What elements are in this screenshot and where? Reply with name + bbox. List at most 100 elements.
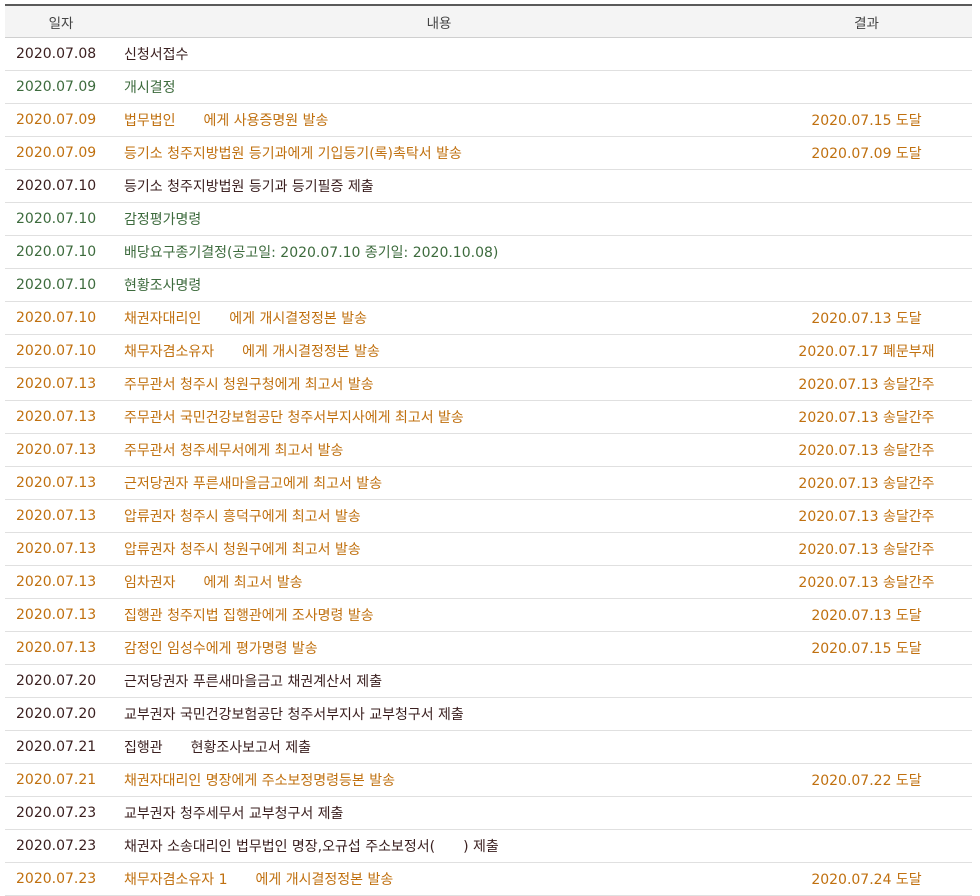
row-content: 채권자대리인 에게 개시결정정본 발송 [117, 301, 761, 335]
row-content: 주무관서 청주시 청원구청에게 최고서 발송 [117, 367, 761, 401]
row-content-text: 감정평가명령 [124, 212, 202, 228]
row-content: 채권자 소송대리인 법무법인 명장,오규섭 주소보정서( ) 제출 [117, 829, 761, 863]
table-row: 2020.07.13 임차권자 에게 최고서 발송 2020.07.13 송달간주 [5, 565, 972, 599]
row-content-text: 배당요구종기결정(공고일: 2020.07.10 종기일: 2020.10.08… [124, 245, 499, 261]
row-date: 2020.07.09 [5, 136, 117, 170]
table-row: 2020.07.09 개시결정 [5, 70, 972, 104]
row-date: 2020.07.23 [5, 862, 117, 896]
row-result: 2020.07.15 도달 [761, 631, 972, 665]
row-result [761, 235, 972, 269]
row-date: 2020.07.13 [5, 433, 117, 467]
row-result [761, 268, 972, 302]
row-date: 2020.07.21 [5, 763, 117, 797]
row-content: 주무관서 청주세무서에게 최고서 발송 [117, 433, 761, 467]
row-content-text: 신청서접수 [124, 47, 189, 63]
table-row: 2020.07.09 법무법인 에게 사용증명원 발송 2020.07.15 도달 [5, 103, 972, 137]
case-progress-table-container: 일자 내용 결과 2020.07.08 신청서접수 2020.07.09 개시결정 20… [5, 4, 972, 896]
row-content-text: 채권자 소송대리인 법무법인 명장,오규섭 주소보정서( [124, 839, 436, 855]
column-header-content: 내용 [117, 5, 761, 38]
row-content-text: 임차권자 [124, 575, 176, 591]
table-row: 2020.07.20 근저당권자 푸른새마을금고 채권계산서 제출 [5, 664, 972, 698]
table-row: 2020.07.10 감정평가명령 [5, 202, 972, 236]
row-content-text: 압류권자 청주시 흥덕구에게 최고서 발송 [124, 509, 361, 525]
row-content: 교부권자 국민건강보험공단 청주서부지사 교부청구서 제출 [117, 697, 761, 731]
row-content-text: 채무자겸소유자 [124, 344, 215, 360]
row-content-text: 개시결정 [124, 80, 176, 96]
row-content-text: 집행관 청주지법 집행관에게 조사명령 발송 [124, 608, 374, 624]
row-result: 2020.07.13 도달 [761, 301, 972, 335]
row-content: 배당요구종기결정(공고일: 2020.07.10 종기일: 2020.10.08… [117, 235, 761, 269]
table-row: 2020.07.13 주무관서 국민건강보험공단 청주서부지사에게 최고서 발송 2… [5, 400, 972, 434]
table-row: 2020.07.20 교부권자 국민건강보험공단 청주서부지사 교부청구서 제출 [5, 697, 972, 731]
row-content-text: 등기소 청주지방법원 등기과에게 기입등기(록)촉탁서 발송 [124, 146, 462, 162]
row-date: 2020.07.13 [5, 598, 117, 632]
table-row: 2020.07.13 감정인 임성수에게 평가명령 발송 2020.07.15 도달 [5, 631, 972, 665]
row-content: 압류권자 청주시 흥덕구에게 최고서 발송 [117, 499, 761, 533]
row-content: 집행관 현황조사보고서 제출 [117, 730, 761, 764]
row-result: 2020.07.13 송달간주 [761, 400, 972, 434]
row-content: 채무자겸소유자 에게 개시결정정본 발송 [117, 334, 761, 368]
row-date: 2020.07.20 [5, 664, 117, 698]
row-content: 등기소 청주지방법원 등기과 등기필증 제출 [117, 169, 761, 203]
table-row: 2020.07.10 배당요구종기결정(공고일: 2020.07.10 종기일: … [5, 235, 972, 269]
case-progress-table: 일자 내용 결과 2020.07.08 신청서접수 2020.07.09 개시결정 20… [5, 4, 972, 896]
row-result: 2020.07.24 도달 [761, 862, 972, 896]
row-content: 주무관서 국민건강보험공단 청주서부지사에게 최고서 발송 [117, 400, 761, 434]
row-date: 2020.07.23 [5, 796, 117, 830]
row-result: 2020.07.09 도달 [761, 136, 972, 170]
row-date: 2020.07.20 [5, 697, 117, 731]
table-row: 2020.07.13 근저당권자 푸른새마을금고에게 최고서 발송 2020.07.… [5, 466, 972, 500]
row-result: 2020.07.13 송달간주 [761, 565, 972, 599]
table-row: 2020.07.13 주무관서 청주세무서에게 최고서 발송 2020.07.13 … [5, 433, 972, 467]
table-row: 2020.07.21 집행관 현황조사보고서 제출 [5, 730, 972, 764]
row-result: 2020.07.13 송달간주 [761, 532, 972, 566]
row-content: 감정평가명령 [117, 202, 761, 236]
row-date: 2020.07.13 [5, 367, 117, 401]
table-header: 일자 내용 결과 [5, 5, 972, 38]
table-row: 2020.07.13 압류권자 청주시 청원구에게 최고서 발송 2020.07.1… [5, 532, 972, 566]
row-content-text: 주무관서 청주시 청원구청에게 최고서 발송 [124, 377, 374, 393]
table-row: 2020.07.23 채권자 소송대리인 법무법인 명장,오규섭 주소보정서( ) … [5, 829, 972, 863]
row-content: 근저당권자 푸른새마을금고 채권계산서 제출 [117, 664, 761, 698]
row-content-text-suffix: 에게 최고서 발송 [203, 575, 303, 591]
table-row: 2020.07.10 등기소 청주지방법원 등기과 등기필증 제출 [5, 169, 972, 203]
row-result: 2020.07.15 도달 [761, 103, 972, 137]
row-date: 2020.07.10 [5, 334, 117, 368]
row-date: 2020.07.10 [5, 202, 117, 236]
table-row: 2020.07.23 교부권자 청주세무서 교부청구서 제출 [5, 796, 972, 830]
table-row: 2020.07.10 현황조사명령 [5, 268, 972, 302]
row-content-text: 교부권자 국민건강보험공단 청주서부지사 교부청구서 제출 [124, 707, 464, 723]
column-header-result: 결과 [761, 5, 972, 38]
row-content: 현황조사명령 [117, 268, 761, 302]
row-content-text-suffix: 에게 개시결정정본 발송 [255, 872, 394, 888]
row-result: 2020.07.17 폐문부재 [761, 334, 972, 368]
row-result [761, 829, 972, 863]
row-content-text-suffix: ) 제출 [463, 839, 499, 855]
row-content-text: 등기소 청주지방법원 등기과 등기필증 제출 [124, 179, 374, 195]
row-result [761, 730, 972, 764]
row-content-text-suffix: 현황조사보고서 제출 [190, 740, 312, 756]
row-content: 채권자대리인 명장에게 주소보정명령등본 발송 [117, 763, 761, 797]
row-date: 2020.07.13 [5, 565, 117, 599]
table-row: 2020.07.23 채무자겸소유자 1 에게 개시결정정본 발송 2020.07.2… [5, 862, 972, 896]
table-row: 2020.07.08 신청서접수 [5, 37, 972, 71]
row-content: 신청서접수 [117, 37, 761, 71]
table-row: 2020.07.09 등기소 청주지방법원 등기과에게 기입등기(록)촉탁서 발송… [5, 136, 972, 170]
row-content: 집행관 청주지법 집행관에게 조사명령 발송 [117, 598, 761, 632]
row-result: 2020.07.22 도달 [761, 763, 972, 797]
row-result [761, 664, 972, 698]
row-content-text-suffix: 에게 사용증명원 발송 [203, 113, 329, 129]
row-result: 2020.07.13 도달 [761, 598, 972, 632]
header-row: 일자 내용 결과 [5, 5, 972, 38]
row-content-text: 법무법인 [124, 113, 176, 129]
row-content-text: 채권자대리인 [124, 311, 202, 327]
table-row: 2020.07.21 채권자대리인 명장에게 주소보정명령등본 발송 2020.07… [5, 763, 972, 797]
row-content-text: 감정인 임성수에게 평가명령 발송 [124, 641, 318, 657]
row-result [761, 169, 972, 203]
row-result [761, 697, 972, 731]
row-result: 2020.07.13 송달간주 [761, 466, 972, 500]
row-content: 법무법인 에게 사용증명원 발송 [117, 103, 761, 137]
row-date: 2020.07.23 [5, 829, 117, 863]
row-date: 2020.07.10 [5, 235, 117, 269]
row-date: 2020.07.09 [5, 70, 117, 104]
